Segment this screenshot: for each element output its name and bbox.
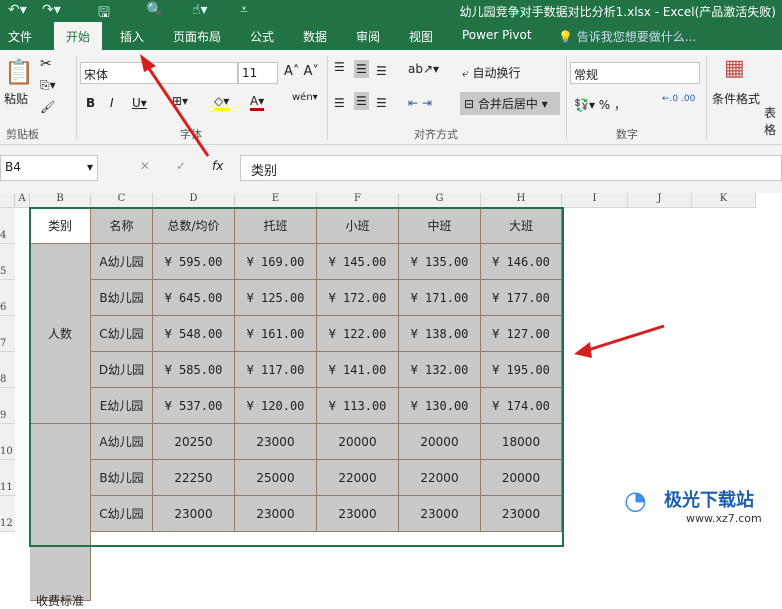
arrow-to-insert-tab (144, 63, 210, 157)
arrowhead-icon (574, 342, 592, 358)
arrow-to-table (587, 324, 665, 352)
watermark-logo: ◔ 极光下载站 www.xz7.com (620, 480, 780, 534)
logo-icon: ◔ (624, 486, 647, 516)
annotation-arrows (140, 54, 665, 358)
watermark-url: www.xz7.com (686, 512, 762, 525)
arrowhead-icon (140, 54, 156, 72)
watermark-name: 极光下载站 (664, 490, 754, 511)
